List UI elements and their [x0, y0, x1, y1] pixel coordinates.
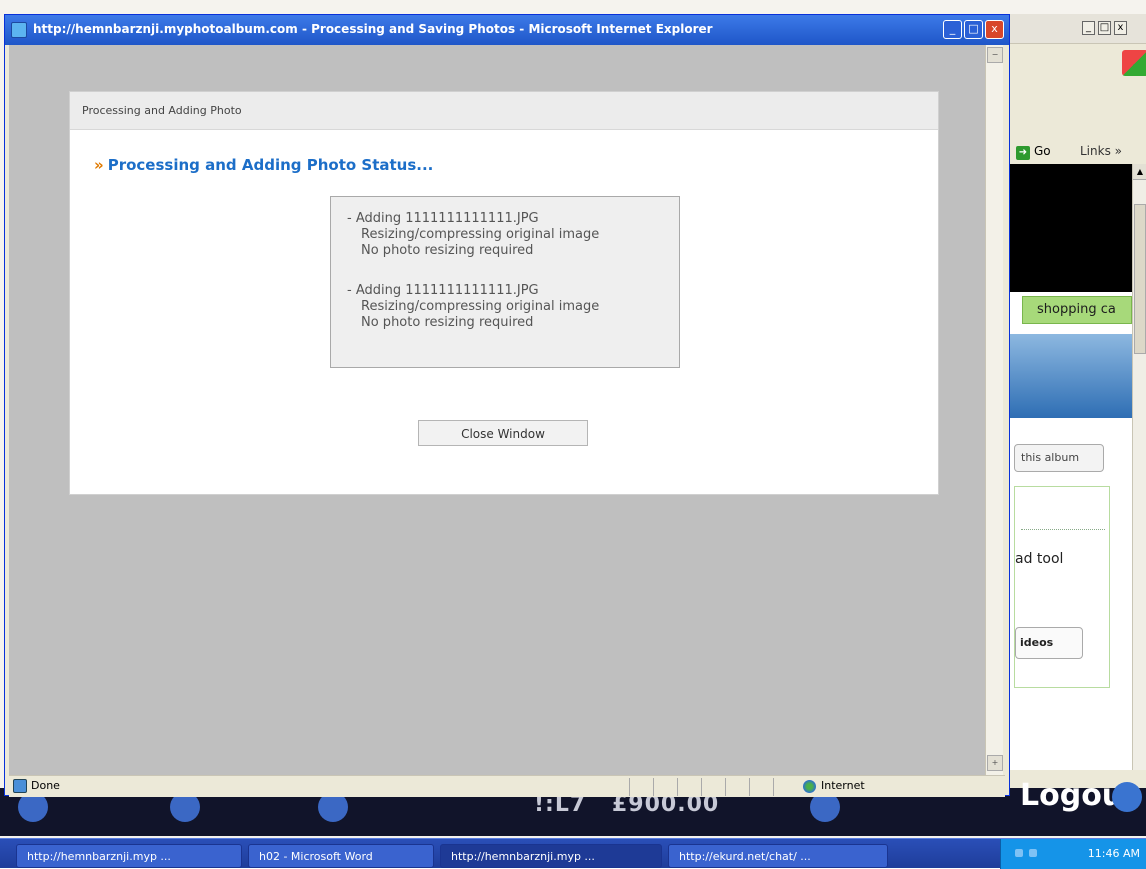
status-segment	[629, 778, 651, 796]
log-line: No photo resizing required	[361, 315, 534, 330]
log-entry: - Adding 1111111111111.JPG Resizing/comp…	[347, 283, 663, 331]
go-button[interactable]: ➜ Go	[1016, 144, 1051, 160]
taskbar-item[interactable]: http://hemnbarznji.myp ...	[440, 844, 662, 868]
status-title-text: Processing and Adding Photo Status...	[107, 156, 434, 174]
title-bar[interactable]: http://hemnbarznji.myphotoalbum.com - Pr…	[5, 15, 1009, 45]
bullet-icon: »	[94, 156, 104, 174]
tray-icon[interactable]	[1029, 849, 1037, 857]
close-window-button[interactable]: x	[985, 20, 1004, 39]
status-segment	[677, 778, 699, 796]
lock-icon	[1112, 782, 1142, 812]
page-done-icon	[13, 779, 27, 793]
scroll-up-arrow-icon[interactable]: ▲	[1133, 164, 1146, 180]
background-page-content: shopping ca this album ad tool ideos	[1010, 164, 1132, 770]
taskbar-item[interactable]: http://hemnbarznji.myp ...	[16, 844, 242, 868]
dotted-divider	[1021, 529, 1105, 530]
page-content: Processing and Adding Photo » Processing …	[9, 45, 985, 775]
background-blue-banner	[1010, 334, 1132, 418]
clock: 11:46 AM	[1087, 847, 1140, 860]
background-header-image	[1010, 164, 1132, 292]
log-line: - Adding 1111111111111.JPG	[347, 283, 539, 298]
go-label: Go	[1034, 144, 1051, 158]
scroll-up-button[interactable]: −	[987, 47, 1003, 63]
links-button[interactable]: Links »	[1080, 144, 1122, 158]
internet-zone-icon	[803, 780, 816, 793]
background-minimize-button[interactable]: _	[1082, 21, 1095, 35]
background-browser-window: _ □ x ➜ Go Links » shopping ca this album…	[1010, 14, 1146, 832]
background-upload-panel: ad tool ideos	[1014, 486, 1110, 688]
log-line: - Adding 1111111111111.JPG	[347, 211, 539, 226]
status-text: Done	[31, 779, 60, 792]
close-window-button[interactable]: Close Window	[418, 420, 588, 446]
desktop: _ □ x ➜ Go Links » shopping ca this album…	[0, 0, 1146, 869]
background-title-bar: _ □ x	[1010, 14, 1146, 44]
status-segment	[749, 778, 771, 796]
upload-tool-text: ad tool	[1015, 551, 1064, 567]
ie-icon	[11, 22, 27, 38]
album-button[interactable]: this album	[1014, 444, 1104, 472]
taskbar-item[interactable]: h02 - Microsoft Word	[248, 844, 434, 868]
status-bar: Done Internet	[9, 775, 1005, 797]
log-line: Resizing/compressing original image	[361, 299, 600, 314]
videos-button[interactable]: ideos	[1015, 627, 1083, 659]
processing-log: - Adding 1111111111111.JPG Resizing/comp…	[330, 196, 680, 368]
dialog-header-text: Processing and Adding Photo	[82, 104, 242, 117]
background-close-button[interactable]: x	[1114, 21, 1127, 35]
scroll-thumb[interactable]	[1134, 204, 1146, 354]
windows-logo-icon	[1122, 50, 1146, 76]
tray-icon[interactable]	[1015, 849, 1023, 857]
status-segment	[773, 778, 795, 796]
background-maximize-button[interactable]: □	[1098, 21, 1111, 35]
log-line: No photo resizing required	[361, 243, 534, 258]
window-title: http://hemnbarznji.myphotoalbum.com - Pr…	[33, 22, 713, 36]
status-segment	[701, 778, 723, 796]
taskbar: http://hemnbarznji.myp ... h02 - Microso…	[0, 838, 1146, 869]
shopping-cart-tab[interactable]: shopping ca	[1022, 296, 1132, 324]
ie-popup-window: http://hemnbarznji.myphotoalbum.com - Pr…	[4, 14, 1010, 797]
zone-text: Internet	[821, 779, 865, 792]
status-segment	[725, 778, 747, 796]
maximize-button[interactable]: □	[964, 20, 983, 39]
minimize-button[interactable]: _	[943, 20, 962, 39]
vertical-scrollbar[interactable]: − +	[985, 45, 1003, 775]
status-title: » Processing and Adding Photo Status...	[94, 156, 433, 174]
scroll-down-button[interactable]: +	[987, 755, 1003, 771]
processing-dialog: Processing and Adding Photo » Processing …	[69, 91, 939, 495]
go-arrow-icon: ➜	[1016, 146, 1030, 160]
log-line: Resizing/compressing original image	[361, 227, 600, 242]
dialog-header: Processing and Adding Photo	[70, 92, 938, 130]
status-segment	[653, 778, 675, 796]
background-scrollbar[interactable]: ▲	[1132, 164, 1146, 770]
log-entry: - Adding 1111111111111.JPG Resizing/comp…	[347, 211, 663, 259]
taskbar-item[interactable]: http://ekurd.net/chat/ ...	[668, 844, 888, 868]
system-tray: 11:46 AM	[1000, 839, 1146, 869]
